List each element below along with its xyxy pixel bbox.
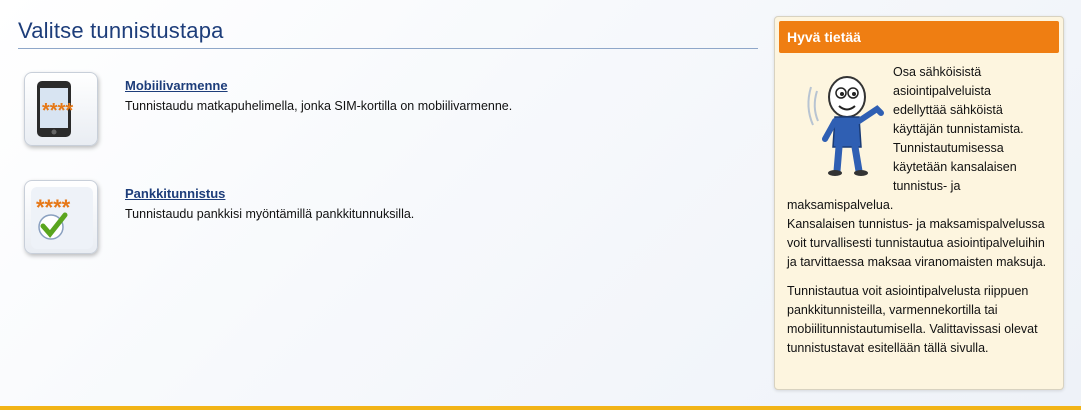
mobile-phone-icon[interactable]: **** [24,72,98,146]
bottom-bar [0,406,1081,410]
info-paragraph-3: Tunnistautua voit asiointipalvelusta rii… [787,284,1038,355]
mascot-illustration [807,76,884,176]
info-paragraph-1-wrapped-text: Osa sähköisistä asiointipalveluista edel… [893,65,1024,193]
method-pankkitunnistus[interactable]: **** Pankkitunnistus Tunnistaudu pankkis… [18,180,758,260]
pankkitunnistus-description: Tunnistaudu pankkisi myöntämillä pankkit… [125,207,415,221]
info-box-title: Hyvä tietää [779,21,1059,53]
mobiilivarmenne-link[interactable]: Mobiilivarmenne [125,78,228,93]
main-content: Valitse tunnistustapa [18,18,758,49]
method-mobiilivarmenne[interactable]: **** Mobiilivarmenne Tunnistaudu matkapu… [18,72,758,152]
info-paragraph-1-tail: maksamispalvelua. [787,198,894,212]
svg-text:****: **** [42,100,73,122]
bank-checkmark-icon[interactable]: **** [24,180,98,254]
page-title: Valitse tunnistustapa [18,18,758,49]
pankkitunnistus-link[interactable]: Pankkitunnistus [125,186,225,201]
info-paragraph-1: Osa sähköisistä asiointipalveluista edel… [787,63,1051,215]
mobiilivarmenne-description: Tunnistaudu matkapuhelimella, jonka SIM-… [125,99,513,113]
info-box: Hyvä tietää Osa sähköisistä asiointipalv… [774,16,1064,390]
info-paragraph-2: Kansalaisen tunnistus- ja maksamispalvel… [787,217,1047,269]
info-box-body: Osa sähköisistä asiointipalveluista edel… [775,57,1063,358]
